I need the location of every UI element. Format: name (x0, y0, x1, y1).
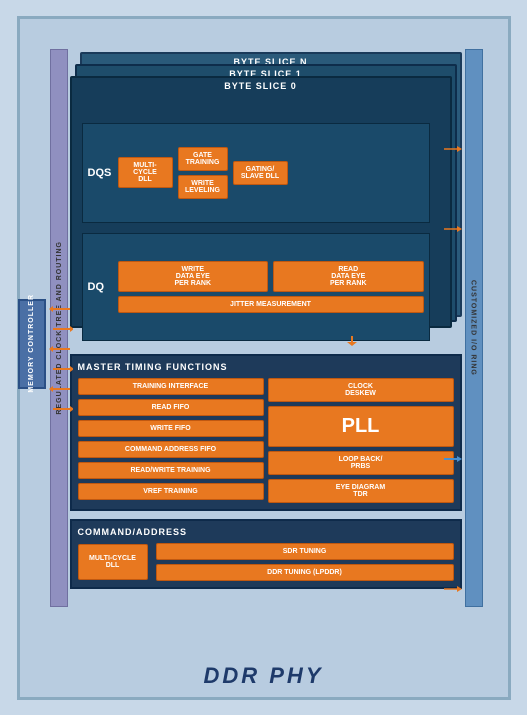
master-timing-right: Clock Deskew PLL Loop Back/ PRBS Eye Dia… (268, 378, 454, 503)
connector-row (70, 336, 462, 346)
write-data-eye-box: Write Data Eye Per Rank (118, 261, 269, 292)
inner-frame: Byte Slice N Byte Slice 1 Byte Slice 0 D… (70, 47, 462, 625)
training-interface-box: Training Interface (78, 378, 264, 395)
clock-deskew-box: Clock Deskew (268, 378, 454, 402)
customized-io-label: Customized I/O Ring (465, 49, 482, 607)
gating-slave-dll-box: Gating/ Slave DLL (233, 161, 288, 185)
dq-label: DQ (88, 281, 113, 293)
memory-controller-box: Memory Controller (18, 299, 46, 389)
ddr-phy-title-container: DDR PHY (20, 663, 508, 689)
eye-diagram-tdr-box: Eye Diagram TDR (268, 479, 454, 503)
read-fifo-box: Read FIFO (78, 399, 264, 416)
pll-right-arrow (444, 449, 464, 469)
command-address-section: Command/Address Multi-cycle DLL SDR Tuni… (70, 519, 462, 589)
byte-slice-right-arrow2 (444, 219, 464, 239)
dq-inner: Write Data Eye Per Rank Read Data Eye Pe… (118, 261, 424, 313)
multi-cycle-dll-ca: Multi-cycle DLL (78, 544, 148, 580)
down-arrow-svg (252, 336, 452, 346)
dqs-top-row: Multi-cycle DLL Gate Training Write Leve… (118, 147, 424, 199)
byte-slice-stack: Byte Slice N Byte Slice 1 Byte Slice 0 D… (70, 52, 462, 332)
dqs-inner: Multi-cycle DLL Gate Training Write Leve… (118, 147, 424, 199)
master-timing-left: Training Interface Read FIFO Write FIFO … (78, 378, 264, 503)
loop-back-prbs-box: Loop Back/ PRBS (268, 451, 454, 475)
ca-right-arrow (444, 579, 464, 599)
jitter-measurement-box: Jitter Measurement (118, 296, 424, 313)
read-write-training-box: Read/Write Training (78, 462, 264, 479)
ddr-phy-title: DDR PHY (203, 663, 323, 688)
outer-frame: Regulated Clock Tree and Routing Customi… (17, 16, 511, 700)
write-fifo-box: Write FIFO (78, 420, 264, 437)
ca-inner: Multi-cycle DLL SDR Tuning DDR Tuning (L… (78, 543, 454, 581)
dq-section: DQ Write Data Eye Per Rank Read Data Eye… (82, 233, 430, 341)
master-timing-section: Master Timing Functions Training Interfa… (70, 354, 462, 511)
dqs-section: DQS Multi-cycle DLL Gate Training Write … (82, 123, 430, 223)
sdr-tuning-box: SDR Tuning (156, 543, 454, 560)
ddr-tuning-box: DDR Tuning (LPDDR) (156, 564, 454, 581)
dqs-label: DQS (88, 167, 113, 179)
master-timing-grid: Training Interface Read FIFO Write FIFO … (78, 378, 454, 503)
read-data-eye-box: Read Data Eye Per Rank (273, 261, 424, 292)
pll-box: PLL (268, 406, 454, 447)
master-timing-title: Master Timing Functions (78, 362, 454, 372)
memory-controller-arrows (48, 299, 73, 419)
dq-top-row: Write Data Eye Per Rank Read Data Eye Pe… (118, 261, 424, 292)
ca-right: SDR Tuning DDR Tuning (LPDDR) (156, 543, 454, 581)
byte-slice-0: Byte Slice 0 DQS Multi-cycle DLL Gate Tr… (70, 76, 452, 328)
gate-training-box: Gate Training (178, 147, 228, 171)
write-leveling-box: Write Leveling (178, 175, 228, 199)
multi-cycle-dll-dqs: Multi-cycle DLL (118, 157, 173, 188)
byte-slice-right-arrow1 (444, 139, 464, 159)
vref-training-box: Vref Training (78, 483, 264, 500)
byte-slice-0-label: Byte Slice 0 (72, 78, 450, 91)
command-address-fifo-box: Command Address FIFO (78, 441, 264, 458)
command-address-title: Command/Address (78, 527, 454, 537)
